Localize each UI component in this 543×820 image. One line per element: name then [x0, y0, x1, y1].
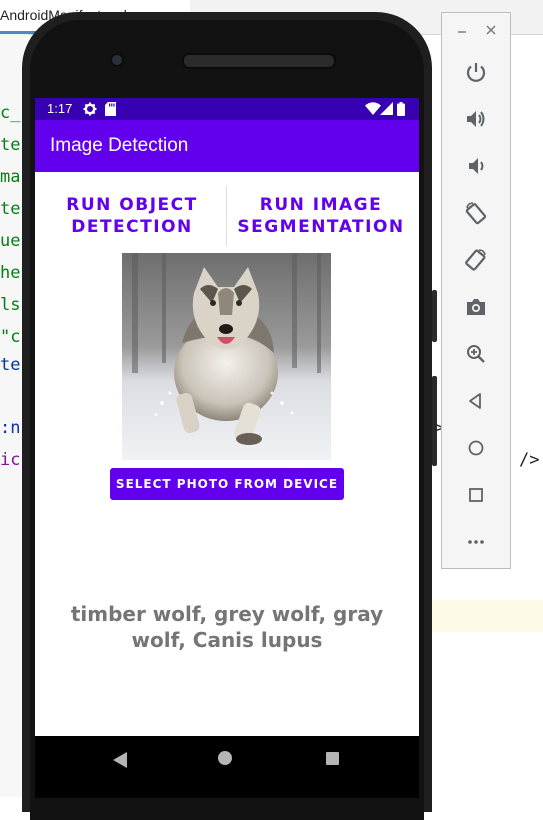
emulator-toolbar: [441, 12, 511, 569]
zoom-icon[interactable]: [464, 342, 488, 366]
phone-volume-button[interactable]: [432, 376, 437, 466]
recents-icon[interactable]: [326, 752, 339, 765]
more-icon[interactable]: [464, 530, 488, 554]
run-image-segmentation-button[interactable]: RUN IMAGE SEGMENTATION: [235, 194, 407, 238]
select-photo-button[interactable]: SELECT PHOTO FROM DEVICE: [110, 468, 344, 500]
code-fragment: :n: [0, 418, 21, 438]
code-fragment: te: [0, 199, 21, 219]
app-bar: Image Detection: [35, 120, 419, 172]
code-fragment: te: [0, 355, 21, 375]
app-title: Image Detection: [50, 135, 189, 156]
rotate-left-icon[interactable]: [464, 201, 488, 225]
code-fragment: he: [0, 263, 21, 283]
rotate-right-icon[interactable]: [464, 248, 488, 272]
status-time: 1:17: [47, 101, 73, 116]
selected-photo: [122, 253, 331, 460]
navigation-bar: [35, 736, 419, 798]
button-divider: [226, 186, 227, 246]
camera-icon[interactable]: [464, 295, 488, 319]
device-screen: 1:17 Image Detection RUN OBJECT DETECTIO…: [35, 98, 419, 798]
battery-icon: [397, 102, 405, 119]
volume-up-icon[interactable]: [464, 107, 488, 131]
run-object-detection-button[interactable]: RUN OBJECT DETECTION: [57, 194, 207, 238]
front-camera: [110, 53, 124, 67]
overview-icon[interactable]: [464, 483, 488, 507]
back-icon[interactable]: [464, 389, 488, 413]
signal-icon: [380, 102, 393, 118]
phone-side-button[interactable]: [432, 290, 437, 342]
code-fragment: ic: [0, 450, 21, 470]
code-fragment: te: [0, 135, 21, 155]
code-fragment: ue: [0, 231, 21, 251]
home-icon[interactable]: [218, 751, 232, 765]
classification-result: timber wolf, grey wolf, gray wolf, Canis…: [70, 602, 384, 652]
code-fragment: "c: [0, 327, 21, 347]
minimize-icon[interactable]: [457, 23, 467, 40]
sd-card-icon: [105, 102, 116, 119]
status-bar: 1:17: [35, 98, 419, 120]
code-fragment-right: />: [519, 450, 540, 470]
wifi-icon: [365, 102, 381, 118]
code-fragment: c_: [0, 103, 21, 123]
back-icon[interactable]: [113, 752, 127, 773]
volume-down-icon[interactable]: [464, 154, 488, 178]
wolf-image: [122, 253, 331, 460]
home-icon[interactable]: [464, 436, 488, 460]
code-fragment: ma: [0, 167, 21, 187]
close-icon[interactable]: [486, 23, 496, 40]
earpiece-speaker: [182, 53, 336, 69]
code-fragment: ls: [0, 295, 21, 315]
gear-icon: [83, 102, 97, 119]
power-icon[interactable]: [464, 60, 488, 84]
